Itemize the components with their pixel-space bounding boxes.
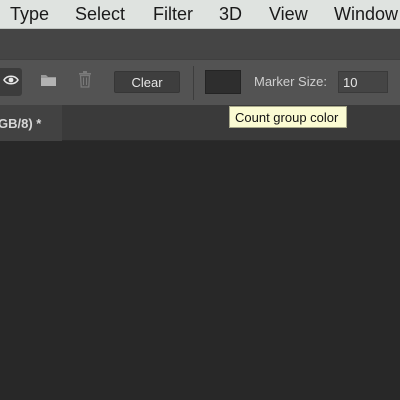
trash-icon	[78, 71, 92, 93]
clear-button[interactable]: Clear	[114, 71, 180, 93]
marker-size-label: Marker Size:	[254, 74, 327, 89]
menu-view[interactable]: View	[269, 4, 308, 24]
app-title-strip	[0, 29, 400, 59]
document-tab-title: GB/8) *	[0, 116, 42, 131]
toggle-visibility-button[interactable]	[0, 68, 22, 96]
eye-icon	[3, 73, 19, 91]
options-bar: Clear Marker Size:	[0, 59, 400, 105]
delete-group-button[interactable]	[76, 71, 94, 93]
folder-icon	[40, 73, 57, 92]
new-group-button[interactable]	[38, 73, 58, 91]
document-tab[interactable]: GB/8) *	[0, 105, 62, 141]
menu-window[interactable]: Window	[334, 4, 398, 24]
document-canvas[interactable]	[0, 141, 400, 400]
count-group-color-swatch[interactable]	[205, 70, 241, 94]
count-group-color-tooltip: Count group color	[229, 106, 348, 128]
toolbar-separator	[193, 66, 194, 100]
menu-filter[interactable]: Filter	[153, 4, 193, 24]
menu-select[interactable]: Select	[75, 4, 125, 24]
menu-bar: Type Select Filter 3D View Window	[0, 0, 400, 29]
menu-type[interactable]: Type	[10, 4, 49, 24]
menu-3d[interactable]: 3D	[219, 4, 242, 24]
marker-size-input[interactable]	[338, 71, 388, 93]
